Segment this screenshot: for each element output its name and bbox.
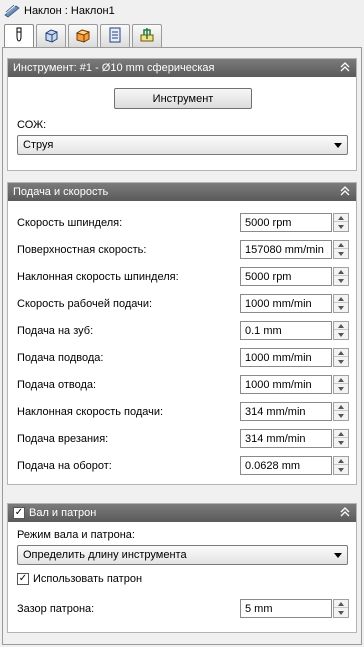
feed-speed-section-header[interactable]: Подача и скорость: [8, 183, 356, 201]
shaft-holder-checkbox[interactable]: ✓: [13, 507, 25, 519]
tab-linking[interactable]: [132, 24, 162, 47]
ramp-feedrate-input[interactable]: 314 mm/min: [240, 402, 332, 421]
holder-clearance-input[interactable]: 5 mm: [240, 599, 332, 618]
spindle-speed-label: Скорость шпинделя:: [17, 217, 123, 229]
coolant-label: СОЖ:: [17, 119, 47, 131]
tool-section-header[interactable]: Инструмент: #1 - Ø10 mm сферическая: [8, 59, 356, 77]
coolant-value: Струя: [23, 139, 54, 151]
feed-per-revolution-label: Подача на оборот:: [17, 460, 112, 472]
chevron-down-icon: [334, 143, 342, 148]
tab-tool[interactable]: [4, 24, 34, 48]
tab-heights[interactable]: [68, 24, 98, 47]
holder-clearance-spinner[interactable]: [333, 599, 349, 618]
window-title: Наклон : Наклон1: [24, 5, 115, 17]
lead-out-feedrate-input[interactable]: 1000 mm/min: [240, 375, 332, 394]
feed-speed-section-title: Подача и скорость: [13, 186, 109, 198]
ramp-spindle-speed-label: Наклонная скорость шпинделя:: [17, 271, 179, 283]
coolant-select[interactable]: Струя: [17, 135, 348, 155]
tool-section-title: Инструмент: #1 - Ø10 mm сферическая: [13, 62, 215, 74]
shaft-holder-mode-value: Определить длину инструмента: [23, 549, 187, 561]
ramp-feedrate-label: Наклонная скорость подачи:: [17, 406, 164, 418]
tool-section: Инструмент: #1 - Ø10 mm сферическая Инст…: [7, 58, 357, 171]
feed-per-tooth-input[interactable]: 0.1 mm: [240, 321, 332, 340]
ramp-spindle-speed-input[interactable]: 5000 rpm: [240, 267, 332, 286]
select-tool-button[interactable]: Инструмент: [114, 88, 252, 109]
use-holder-row[interactable]: ✓ Использовать патрон: [17, 573, 142, 585]
cutting-feedrate-spinner[interactable]: [333, 294, 349, 313]
feed-per-revolution-spinner[interactable]: [333, 456, 349, 475]
shaft-holder-mode-label: Режим вала и патрона:: [17, 529, 135, 541]
plunge-feedrate-label: Подача врезания:: [17, 433, 109, 445]
surface-speed-label: Поверхностная скорость:: [17, 244, 147, 256]
spindle-speed-spinner[interactable]: [333, 213, 349, 232]
holder-clearance-label: Зазор патрона:: [17, 603, 95, 615]
cutting-feedrate-input[interactable]: 1000 mm/min: [240, 294, 332, 313]
shaft-holder-section-header[interactable]: ✓ Вал и патрон: [8, 504, 356, 522]
tilt-icon: [4, 3, 20, 19]
feed-per-tooth-label: Подача на зуб:: [17, 325, 94, 337]
plunge-feedrate-input[interactable]: 314 mm/min: [240, 429, 332, 448]
chevron-down-icon: [334, 553, 342, 558]
box-orange-icon: [75, 27, 91, 46]
link-icon: [139, 27, 155, 46]
lead-out-feedrate-spinner[interactable]: [333, 375, 349, 394]
properties-panel: Инструмент: #1 - Ø10 mm сферическая Инст…: [2, 47, 362, 645]
shaft-holder-mode-select[interactable]: Определить длину инструмента: [17, 545, 348, 565]
shaft-holder-section: ✓ Вал и патрон Режим вала и патрона: Опр…: [7, 503, 357, 633]
lead-in-feedrate-spinner[interactable]: [333, 348, 349, 367]
tab-passes[interactable]: [100, 24, 130, 47]
tab-geometry[interactable]: [36, 24, 66, 47]
collapse-icon[interactable]: [338, 505, 352, 519]
surface-speed-input[interactable]: 157080 mm/min: [240, 240, 332, 259]
window-title-bar: Наклон : Наклон1: [0, 0, 364, 22]
feed-per-tooth-spinner[interactable]: [333, 321, 349, 340]
collapse-icon[interactable]: [338, 60, 352, 74]
shaft-holder-section-title: Вал и патрон: [29, 507, 97, 519]
tab-strip: [4, 24, 164, 48]
spindle-speed-input[interactable]: 5000 rpm: [240, 213, 332, 232]
use-holder-label: Использовать патрон: [33, 573, 143, 585]
use-holder-checkbox[interactable]: ✓: [17, 573, 29, 585]
cutting-feedrate-label: Скорость рабочей подачи:: [17, 298, 153, 310]
tool-icon: [11, 27, 27, 46]
feed-per-revolution-input[interactable]: 0.0628 mm: [240, 456, 332, 475]
plunge-feedrate-spinner[interactable]: [333, 429, 349, 448]
lead-in-feedrate-label: Подача подвода:: [17, 352, 104, 364]
ramp-feedrate-spinner[interactable]: [333, 402, 349, 421]
ramp-spindle-speed-spinner[interactable]: [333, 267, 349, 286]
collapse-icon[interactable]: [338, 184, 352, 198]
surface-speed-spinner[interactable]: [333, 240, 349, 259]
box-icon: [43, 27, 59, 46]
list-icon: [107, 27, 123, 46]
feed-speed-section: Подача и скорость Скорость шпинделя: 500…: [7, 182, 357, 485]
lead-out-feedrate-label: Подача отвода:: [17, 379, 97, 391]
lead-in-feedrate-input[interactable]: 1000 mm/min: [240, 348, 332, 367]
